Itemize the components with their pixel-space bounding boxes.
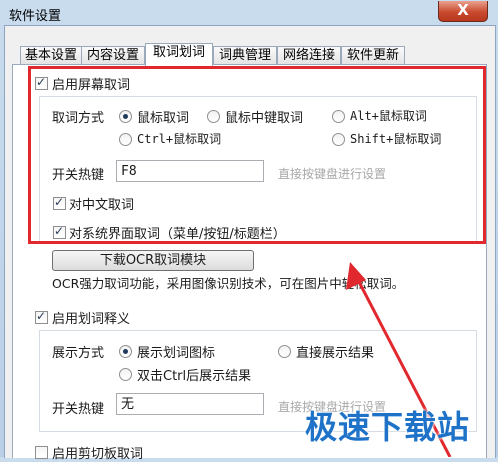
watermark-text: 极速下载站 (305, 408, 471, 446)
annotation-arrow-icon (346, 262, 452, 457)
